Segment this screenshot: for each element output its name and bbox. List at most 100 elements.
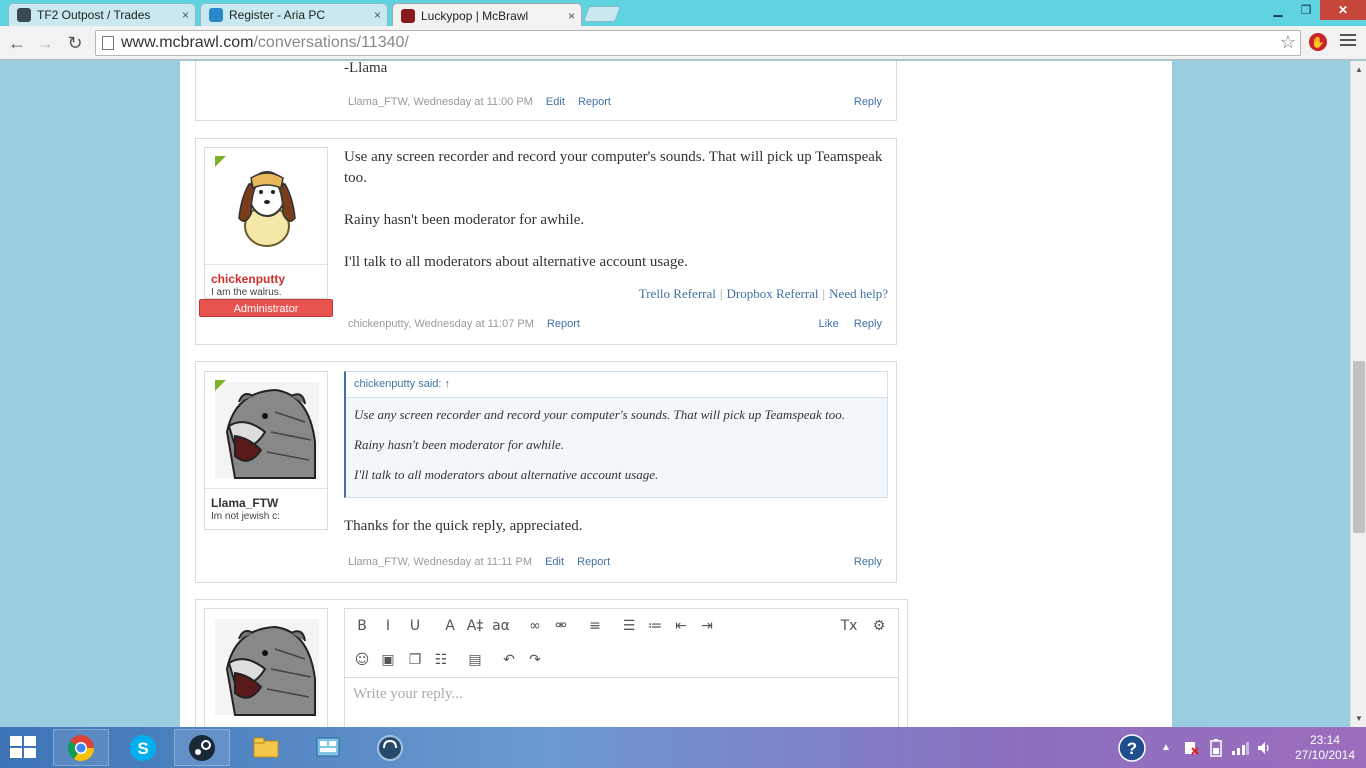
back-icon[interactable]: ←	[6, 32, 28, 54]
close-tab-icon[interactable]: ×	[374, 8, 381, 22]
post-meta: Llama_FTW, Wednesday at 11:11 PM Edit Re…	[348, 556, 610, 568]
file-explorer-icon[interactable]	[238, 729, 294, 766]
editor-toolbar: B I U A A‡ aα ∞ ⚮ ≡ ☰ ≔ ⇤ ⇥ Tx ⚙ ☺ ▣ ❐ ☷ ▤ ↶ ↷	[345, 609, 898, 678]
reply-link[interactable]: Reply	[854, 318, 882, 330]
bookmark-star-icon[interactable]: ☆	[1280, 32, 1296, 53]
online-indicator	[215, 156, 226, 167]
teamspeak-icon[interactable]	[362, 729, 418, 766]
start-button[interactable]	[10, 736, 38, 760]
quote-header: chickenputty said: ↑	[346, 372, 887, 398]
font-size-icon[interactable]: A‡	[466, 617, 484, 635]
close-window-icon[interactable]: ✕	[1320, 0, 1366, 20]
volume-icon[interactable]	[1256, 727, 1272, 768]
underline-icon[interactable]: U	[406, 617, 424, 635]
control-panel-icon[interactable]	[300, 729, 356, 766]
tab-tf2-outpost[interactable]: TF2 Outpost / Trades ×	[8, 3, 196, 26]
need-help-link[interactable]: Need help?	[829, 286, 888, 301]
insert-icon[interactable]: ☷	[432, 651, 450, 669]
action-center-icon[interactable]	[1183, 727, 1199, 768]
adblock-extension-icon[interactable]: ✋	[1309, 33, 1327, 51]
skype-icon[interactable]: S	[115, 729, 171, 766]
user-info-text: Llama_FTW Im not jewish c:	[205, 488, 327, 528]
image-icon[interactable]: ▣	[379, 651, 397, 669]
font-family-icon[interactable]: aα	[492, 617, 510, 635]
quote-body: Use any screen recorder and record your …	[346, 398, 887, 483]
user-badge: Administrator	[199, 299, 333, 317]
report-link[interactable]: Report	[577, 556, 610, 568]
numbered-list-icon[interactable]: ≔	[646, 617, 664, 635]
username[interactable]: Llama_FTW	[205, 489, 327, 511]
scroll-down-icon[interactable]: ▼	[1355, 714, 1363, 723]
reply-link[interactable]: Reply	[854, 556, 882, 568]
tab-strip: TF2 Outpost / Trades × Register - Aria P…	[0, 0, 1366, 27]
page-scrollbar[interactable]: ▲ ▼	[1350, 61, 1366, 727]
post-author-time[interactable]: Llama_FTW, Wednesday at 11:11 PM	[348, 556, 532, 568]
report-link[interactable]: Report	[547, 318, 580, 330]
remove-format-icon[interactable]: Tx	[840, 617, 858, 635]
post-body: -Llama	[344, 61, 886, 100]
quote-block: chickenputty said: ↑ Use any screen reco…	[344, 371, 888, 498]
scroll-up-icon[interactable]: ▲	[1355, 65, 1363, 74]
bullet-list-icon[interactable]: ☰	[620, 617, 638, 635]
post-actions: Reply	[842, 96, 882, 108]
quote-author: chickenputty said:	[354, 378, 442, 390]
forward-icon[interactable]: →	[34, 32, 56, 54]
reply-link[interactable]: Reply	[854, 96, 882, 108]
undo-icon[interactable]: ↶	[500, 651, 518, 669]
user-info-text: chickenputty I am the walrus.	[205, 264, 327, 304]
tab-luckypop-mcbrawl[interactable]: Luckypop | McBrawl ×	[392, 3, 582, 27]
page-content: -Llama Llama_FTW, Wednesday at 11:00 PM …	[180, 61, 1172, 727]
browser-menu-icon[interactable]	[1340, 34, 1356, 50]
address-bar[interactable]: www.mcbrawl.com/conversations/11340/ ☆	[95, 30, 1301, 56]
tab-register-aria[interactable]: Register - Aria PC ×	[200, 3, 388, 26]
close-tab-icon[interactable]: ×	[568, 9, 575, 23]
system-clock[interactable]: 23:14 27/10/2014	[1290, 733, 1360, 763]
toggle-bbcode-icon[interactable]: ⚙	[870, 617, 888, 635]
save-draft-icon[interactable]: ▤	[466, 651, 484, 669]
indent-icon[interactable]: ⇥	[698, 617, 716, 635]
post-meta: chickenputty, Wednesday at 11:07 PM Repo…	[348, 318, 580, 330]
align-icon[interactable]: ≡	[586, 617, 604, 635]
media-icon[interactable]: ❐	[406, 651, 424, 669]
report-link[interactable]: Report	[578, 96, 611, 108]
post-author-time[interactable]: Llama_FTW, Wednesday at 11:00 PM	[348, 96, 533, 108]
link-icon[interactable]: ∞	[526, 617, 544, 635]
tab-title: Luckypop | McBrawl	[421, 8, 529, 23]
show-hidden-icons[interactable]: ▲	[1161, 727, 1171, 768]
reply-textarea[interactable]: Write your reply...	[345, 678, 898, 711]
edit-link[interactable]: Edit	[546, 96, 565, 108]
username[interactable]: chickenputty	[205, 265, 327, 287]
post-body: Use any screen recorder and record your …	[344, 147, 886, 294]
message-post: chickenputty I am the walrus. Administra…	[195, 138, 897, 345]
outdent-icon[interactable]: ⇤	[672, 617, 690, 635]
italic-icon[interactable]: I	[379, 617, 397, 635]
network-signal-icon[interactable]	[1231, 727, 1249, 768]
avatar[interactable]	[205, 372, 327, 488]
avatar[interactable]	[205, 148, 327, 264]
help-icon[interactable]: ?	[1118, 727, 1146, 768]
chrome-icon[interactable]	[53, 729, 109, 766]
unlink-icon[interactable]: ⚮	[552, 617, 570, 635]
minimize-icon[interactable]: ▁	[1264, 0, 1292, 20]
new-tab-button[interactable]	[583, 6, 621, 22]
trello-referral-link[interactable]: Trello Referral	[639, 286, 716, 301]
bold-icon[interactable]: B	[353, 617, 371, 635]
close-tab-icon[interactable]: ×	[182, 8, 189, 22]
edit-link[interactable]: Edit	[545, 556, 564, 568]
battery-icon[interactable]	[1208, 727, 1224, 768]
restore-icon[interactable]: ❐	[1292, 0, 1320, 20]
dropbox-referral-link[interactable]: Dropbox Referral	[726, 286, 818, 301]
url-path: /conversations/11340/	[253, 34, 409, 51]
smilies-icon[interactable]: ☺	[353, 651, 371, 669]
font-color-icon[interactable]: A	[441, 617, 459, 635]
steam-icon[interactable]	[174, 729, 230, 766]
tab-title: Register - Aria PC	[229, 8, 326, 22]
message-user-info: Llama_FTW Im not jewish c:	[204, 371, 328, 530]
aria-favicon-icon	[209, 8, 223, 22]
post-author-time[interactable]: chickenputty, Wednesday at 11:07 PM	[348, 318, 534, 330]
quote-jump-icon[interactable]: ↑	[445, 378, 451, 390]
scrollbar-thumb[interactable]	[1353, 361, 1365, 533]
like-link[interactable]: Like	[819, 318, 839, 330]
reload-icon[interactable]: ↻	[64, 32, 86, 54]
redo-icon[interactable]: ↷	[526, 651, 544, 669]
